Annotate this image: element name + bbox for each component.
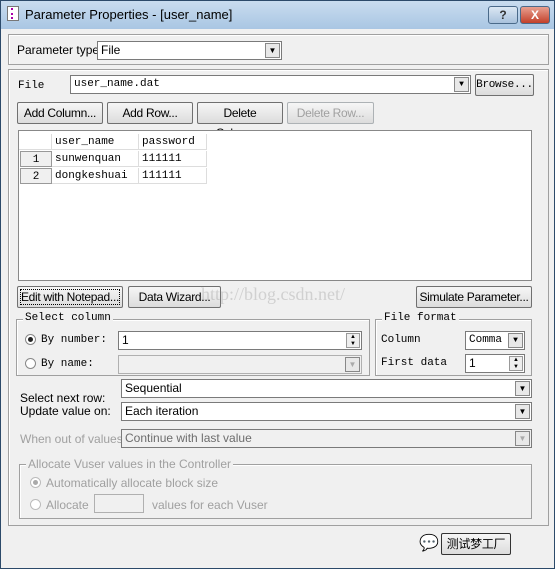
help-button[interactable]: ?: [488, 6, 518, 24]
first-data-value: 1: [469, 356, 476, 370]
parameter-type-label: Parameter type:: [17, 43, 103, 57]
chevron-down-icon: ▼: [515, 431, 530, 446]
footer-button[interactable]: 测试梦工厂: [441, 533, 511, 555]
row-header[interactable]: 2: [20, 168, 52, 184]
wechat-icon: 💬: [419, 535, 439, 552]
by-name-select[interactable]: ▼: [118, 355, 362, 374]
select-next-row-value: Sequential: [125, 381, 182, 395]
title-bar: Parameter Properties - [user_name] ? X: [1, 1, 554, 29]
delete-row-button[interactable]: Delete Row...: [287, 102, 374, 124]
table-cell[interactable]: 111111: [139, 151, 207, 167]
allocate-label: Allocate: [46, 498, 89, 512]
add-row-button[interactable]: Add Row...: [107, 102, 193, 124]
first-data-label: First data: [381, 357, 448, 369]
by-number-label: By number:: [41, 334, 108, 346]
close-button[interactable]: X: [520, 6, 550, 24]
auto-allocate-radio[interactable]: [30, 477, 41, 488]
by-name-label: By name:: [41, 358, 94, 370]
out-of-values-value: Continue with last value: [125, 431, 252, 445]
update-value-label: Update value on:: [20, 404, 111, 418]
allocate-count-input[interactable]: [94, 494, 144, 513]
file-label: File: [18, 80, 45, 92]
column-header[interactable]: password: [139, 134, 207, 150]
file-path-value: user_name.dat: [74, 78, 160, 90]
auto-allocate-label: Automatically allocate block size: [46, 476, 219, 490]
dialog-window: Parameter Properties - [user_name] ? X P…: [0, 0, 555, 569]
chevron-down-icon: ▼: [515, 404, 530, 419]
out-of-values-select[interactable]: Continue with last value ▼: [121, 429, 532, 448]
allocate-suffix-label: values for each Vuser: [152, 498, 268, 512]
file-format-title: File format: [382, 312, 459, 324]
table-cell[interactable]: sunwenquan: [52, 151, 139, 167]
chevron-down-icon: ▼: [508, 333, 523, 348]
chevron-down-icon: ▼: [345, 357, 360, 372]
spinner-icon[interactable]: ▲ ▼: [346, 333, 360, 348]
update-value-value: Each iteration: [125, 404, 199, 418]
allocate-radio[interactable]: [30, 499, 41, 510]
column-delimiter-select[interactable]: Comma ▼: [465, 331, 525, 350]
file-path-combobox[interactable]: user_name.dat ▼: [70, 75, 471, 94]
chevron-down-icon: ▼: [265, 43, 280, 58]
chevron-down-icon: ▼: [515, 381, 530, 396]
parameter-type-value: File: [101, 43, 121, 57]
select-next-row-label: Select next row:: [20, 391, 106, 405]
add-column-button[interactable]: Add Column...: [17, 102, 103, 124]
row-header[interactable]: 1: [20, 151, 52, 167]
delete-column-button[interactable]: Delete Column...: [197, 102, 283, 140]
by-number-radio[interactable]: [25, 334, 36, 345]
column-delimiter-value: Comma: [469, 334, 503, 346]
select-column-title: Select column: [23, 312, 113, 324]
by-name-radio[interactable]: [25, 358, 36, 369]
parameter-type-select[interactable]: File ▼: [97, 41, 282, 60]
update-value-select[interactable]: Each iteration ▼: [121, 402, 532, 421]
document-icon: [7, 6, 19, 21]
corner-header: [19, 134, 52, 150]
edit-with-notepad-button[interactable]: Edit with Notepad...: [17, 286, 123, 308]
table-cell[interactable]: 111111: [139, 168, 207, 184]
by-number-input[interactable]: 1 ▲ ▼: [118, 331, 362, 350]
by-number-value: 1: [122, 333, 129, 347]
window-title: Parameter Properties - [user_name]: [25, 7, 233, 22]
column-header[interactable]: user_name: [52, 134, 139, 150]
table-cell[interactable]: dongkeshuai: [52, 168, 139, 184]
browse-button[interactable]: Browse...: [475, 74, 534, 96]
data-grid[interactable]: user_name password 1 sunwenquan 111111 2…: [18, 130, 532, 281]
out-of-values-label: When out of values:: [20, 432, 127, 446]
simulate-parameter-button[interactable]: Simulate Parameter...: [416, 286, 532, 308]
spinner-icon[interactable]: ▲ ▼: [509, 356, 523, 371]
first-data-input[interactable]: 1 ▲ ▼: [465, 354, 525, 373]
select-next-row-select[interactable]: Sequential ▼: [121, 379, 532, 398]
data-wizard-button[interactable]: Data Wizard...: [128, 286, 221, 308]
allocate-title: Allocate Vuser values in the Controller: [26, 457, 233, 471]
chevron-down-icon: ▼: [454, 77, 469, 92]
column-delimiter-label: Column: [381, 334, 421, 346]
